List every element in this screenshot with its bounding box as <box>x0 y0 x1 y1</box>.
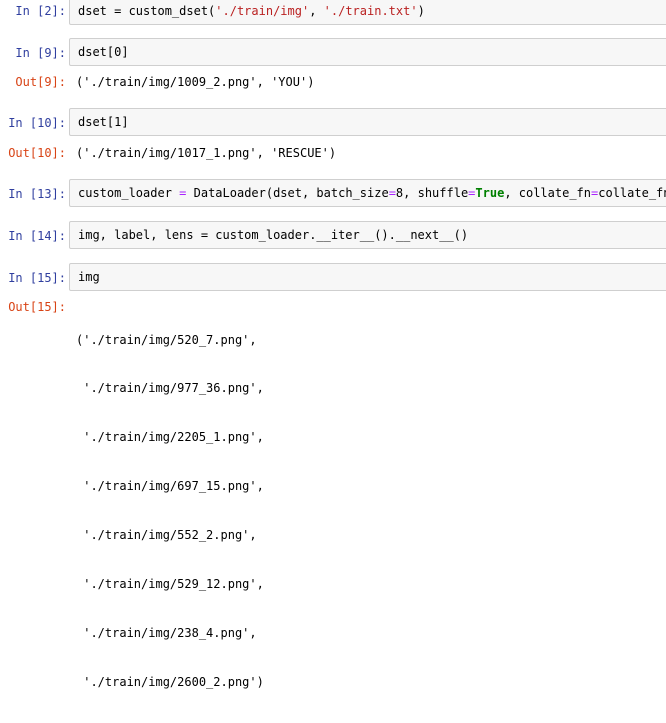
input-prompt: In [9]: <box>15 46 66 60</box>
cell-output: ('./train/img/1009_2.png', 'YOU') <box>76 75 315 89</box>
code-input-cell[interactable]: dset = custom_dset('./train/img', './tra… <box>69 0 666 25</box>
output-prompt: Out[15]: <box>8 300 66 314</box>
code-token: , <box>309 4 324 18</box>
output-line: './train/img/552_2.png', <box>76 528 257 543</box>
code-token: , collate_fn <box>504 186 592 200</box>
code-token: collate_fn) <box>598 186 666 200</box>
code-input-cell[interactable]: dset[1] <box>69 108 666 136</box>
output-prompt: Out[9]: <box>15 75 66 89</box>
output-prompt: Out[10]: <box>8 146 66 160</box>
output-line: './train/img/2600_2.png') <box>76 674 264 689</box>
code-input-cell[interactable]: img <box>69 263 666 291</box>
code-token: ) <box>417 4 425 18</box>
code-text: img, label, lens = custom_loader.__iter_… <box>78 228 469 242</box>
code-text: custom_loader = DataLoader(dset, batch_s… <box>78 185 666 201</box>
code-text: dset[1] <box>78 115 129 129</box>
code-input-cell[interactable]: custom_loader = DataLoader(dset, batch_s… <box>69 179 666 207</box>
operator: = <box>388 186 396 200</box>
code-token: custom_loader <box>78 186 180 200</box>
output-line: ('./train/img/520_7.png', <box>76 332 257 347</box>
string-literal: './train.txt' <box>323 4 418 18</box>
output-line: './train/img/977_36.png', <box>76 381 264 396</box>
keyword: True <box>475 186 505 200</box>
code-text: dset[0] <box>78 45 129 59</box>
input-prompt: In [10]: <box>8 116 66 130</box>
cell-output: ('./train/img/520_7.png', './train/img/9… <box>76 299 264 723</box>
input-prompt: In [2]: <box>15 4 66 18</box>
code-input-cell[interactable]: img, label, lens = custom_loader.__iter_… <box>69 221 666 249</box>
code-text: img <box>78 270 100 284</box>
output-line: './train/img/697_15.png', <box>76 479 264 494</box>
input-prompt: In [15]: <box>8 271 66 285</box>
code-token: DataLoader(dset, batch_size <box>186 186 389 200</box>
output-line: './train/img/238_4.png', <box>76 625 257 640</box>
output-line: './train/img/529_12.png', <box>76 577 264 592</box>
input-prompt: In [14]: <box>8 229 66 243</box>
output-line: './train/img/2205_1.png', <box>76 430 264 445</box>
input-prompt: In [13]: <box>8 187 66 201</box>
string-literal: './train/img' <box>215 4 310 18</box>
code-input-cell[interactable]: dset[0] <box>69 38 666 66</box>
code-token: 8, shuffle <box>395 186 469 200</box>
code-token: dset = custom_dset( <box>78 4 216 18</box>
code-text: dset = custom_dset('./train/img', './tra… <box>78 3 425 19</box>
cell-output: ('./train/img/1017_1.png', 'RESCUE') <box>76 146 337 160</box>
